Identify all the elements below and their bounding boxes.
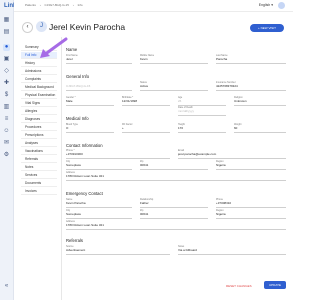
breadcrumb-separator: › xyxy=(39,3,41,7)
patient-form: Name First Name Jerel Middle Name Kevin … xyxy=(66,37,288,300)
section-name-title: Name xyxy=(66,47,78,52)
patient-section-nav: Summary Full Info History Admissions Com… xyxy=(21,37,62,300)
status-select[interactable]: Active xyxy=(140,84,208,91)
nav-notes[interactable]: Notes xyxy=(21,164,57,171)
billing-icon[interactable]: $ xyxy=(3,92,10,99)
breadcrumb-separator: › xyxy=(72,3,74,7)
nav-admissions[interactable]: Admissions xyxy=(21,68,57,75)
calendar-icon[interactable]: ▤ xyxy=(3,29,10,36)
nav-referrals[interactable]: Referrals xyxy=(21,156,57,163)
region-select[interactable]: Nigeria xyxy=(216,163,286,170)
city-field[interactable]: Someplace xyxy=(66,163,132,170)
app-rail: Link HMS ▦ ▤ ● ▣ ◇ ✚ $ ▥ ≡ ☺ ✉ ⚙ « xyxy=(0,0,31,300)
reports-icon[interactable]: ≡ xyxy=(3,116,10,123)
nav-documents[interactable]: Documents xyxy=(21,180,57,187)
blood-type-select[interactable]: O xyxy=(66,126,114,133)
first-name-field[interactable]: Jerel xyxy=(66,57,132,64)
language-label: English xyxy=(258,3,271,7)
collapse-icon[interactable]: « xyxy=(3,283,10,290)
date-of-death-field[interactable]: mm/dd/yyyy xyxy=(178,109,226,116)
emergency-zip-field[interactable]: 00641 xyxy=(140,212,208,219)
nav-analyses[interactable]: Analyses xyxy=(21,140,57,147)
section-general-title: General Info xyxy=(66,74,90,79)
nav-history[interactable]: History xyxy=(21,60,57,67)
nav-complaints[interactable]: Complaints xyxy=(21,76,57,83)
lab-icon[interactable]: ◇ xyxy=(3,68,10,75)
relationship-select[interactable]: Father xyxy=(140,201,208,208)
height-field[interactable]: 170 xyxy=(178,126,226,133)
language-selector[interactable]: English ▾ xyxy=(259,3,273,7)
settings-icon[interactable]: ⚙ xyxy=(3,152,10,159)
inventory-icon[interactable]: ▥ xyxy=(3,104,10,111)
back-button[interactable]: ‹ xyxy=(22,22,33,33)
referral-source-select[interactable]: Advertisement xyxy=(66,248,170,255)
rh-factor-select[interactable]: + xyxy=(122,126,170,133)
age-field: 26 xyxy=(178,99,226,106)
reset-changes-button[interactable]: RESET CHANGES xyxy=(226,284,252,288)
top-bar: Patients › CJ3G7-8GQ-G-15 › Info English… xyxy=(14,0,293,12)
breadcrumb-info: Info xyxy=(77,3,83,7)
user-avatar[interactable] xyxy=(278,2,285,9)
nav-vital-signs[interactable]: Vital Signs xyxy=(21,100,57,107)
nav-services[interactable]: Services xyxy=(21,172,57,179)
nav-invoices[interactable]: Invoices xyxy=(21,188,57,195)
phone-field[interactable]: +370910300 xyxy=(66,152,170,159)
patients-icon[interactable]: ● xyxy=(3,44,10,51)
form-footer: RESET CHANGES UPDATE xyxy=(66,280,288,294)
nav-diagnoses[interactable]: Diagnoses xyxy=(21,116,57,123)
last-name-field[interactable]: Parocha xyxy=(216,57,286,64)
religion-select[interactable]: Unknown xyxy=(234,99,286,106)
users-icon[interactable]: ☺ xyxy=(3,128,10,135)
nav-procedures[interactable]: Procedures xyxy=(21,124,57,131)
section-medical-title: Medical Info xyxy=(66,116,89,121)
dashboard-icon[interactable]: ▦ xyxy=(3,17,10,24)
mrn-field: CJ3G7-8GQ-G-15 xyxy=(66,84,132,91)
update-button[interactable]: UPDATE xyxy=(264,281,286,289)
patient-avatar: J xyxy=(36,21,47,32)
nav-vaccinations[interactable]: Vaccinations xyxy=(21,148,57,155)
emergency-address-field[interactable]: 1780 Rolson Loan Suite 321 xyxy=(66,223,286,230)
middle-name-field[interactable]: Kevin xyxy=(140,57,208,64)
chevron-down-icon: ▾ xyxy=(271,3,273,7)
nav-allergies[interactable]: Allergies xyxy=(21,108,57,115)
weight-field[interactable]: 60 xyxy=(234,126,286,133)
address-field[interactable]: 1780 Rolson Loan Suite 321 xyxy=(66,174,286,181)
page-title: Jerel Kevin Parocha xyxy=(49,22,126,32)
nav-physical-examination[interactable]: Physical Examination xyxy=(21,92,57,99)
breadcrumb-patient-id[interactable]: CJ3G7-8GQ-G-15 xyxy=(45,3,69,7)
emergency-city-field[interactable]: Someplace xyxy=(66,212,132,219)
messages-icon[interactable]: ✉ xyxy=(3,140,10,147)
emergency-region-select[interactable]: Nigeria xyxy=(216,212,286,219)
pharmacy-icon[interactable]: ✚ xyxy=(3,80,10,87)
visits-icon[interactable]: ▣ xyxy=(3,56,10,63)
nav-medical-background[interactable]: Medical Background xyxy=(21,84,57,91)
section-contact-title: Contact Information xyxy=(66,143,103,148)
section-referrals-title: Referrals xyxy=(66,238,83,243)
insurance-field[interactable]: 4225768379324 xyxy=(216,84,286,91)
breadcrumb-patients[interactable]: Patients xyxy=(25,3,36,7)
section-emergency-title: Emergency Contact xyxy=(66,191,103,196)
referral-notes-field[interactable]: Via a billboard xyxy=(178,248,286,255)
new-visit-button[interactable]: + NEW VISIT xyxy=(250,24,284,32)
arrow-left-icon: ‹ xyxy=(26,24,29,30)
nav-prescriptions[interactable]: Prescriptions xyxy=(21,132,57,139)
birthdate-field[interactable]: 12/31/1998 xyxy=(122,99,170,106)
emergency-name-field[interactable]: Kevin Parocha xyxy=(66,201,132,208)
breadcrumb: Patients › CJ3G7-8GQ-G-15 › Info xyxy=(25,3,86,7)
emergency-phone-field[interactable]: +37008310 xyxy=(216,201,286,208)
gender-select[interactable]: Male xyxy=(66,99,114,106)
zip-field[interactable]: 00641 xyxy=(140,163,208,170)
email-field[interactable]: jerel.parocha@example.com xyxy=(178,152,286,159)
